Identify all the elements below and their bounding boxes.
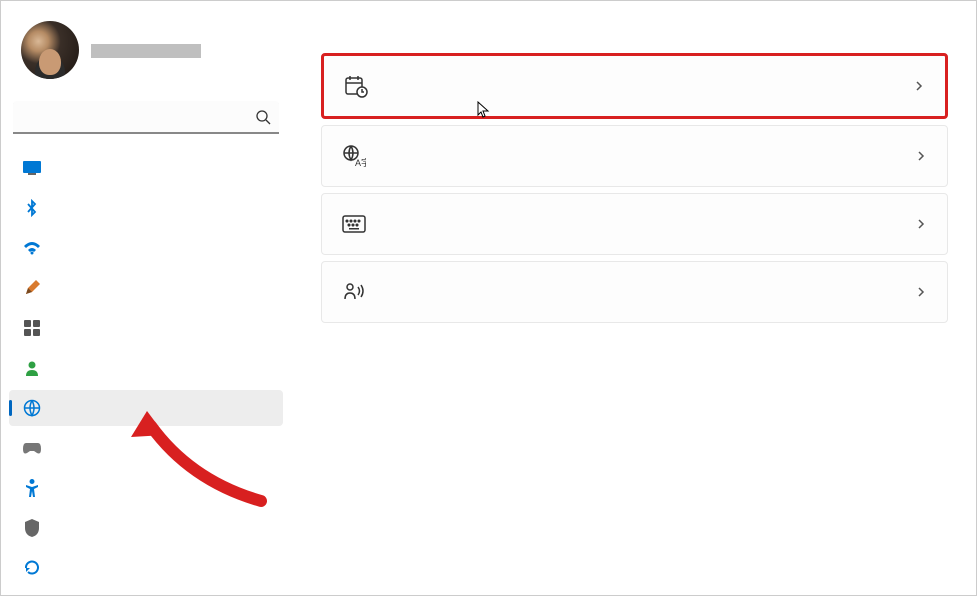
accessibility-icon: [23, 479, 41, 497]
bluetooth-icon: [23, 199, 41, 217]
search-icon: [255, 109, 271, 125]
language-region-icon: A字: [342, 144, 366, 168]
card-language-region[interactable]: A字: [321, 125, 948, 187]
main-content: A字: [291, 1, 976, 595]
chevron-right-icon: [915, 286, 927, 298]
sidebar-item-update[interactable]: [9, 550, 283, 586]
sidebar-item-personalization[interactable]: [9, 270, 283, 306]
search-box[interactable]: [13, 101, 279, 134]
date-time-icon: [344, 74, 368, 98]
time-language-icon: [23, 399, 41, 417]
gaming-icon: [23, 439, 41, 457]
card-speech[interactable]: [321, 261, 948, 323]
settings-card-list: A字: [321, 53, 948, 323]
network-icon: [23, 239, 41, 257]
card-text: [386, 156, 895, 157]
sidebar-nav: [9, 148, 283, 588]
profile-info: [91, 42, 201, 58]
sidebar-item-gaming[interactable]: [9, 430, 283, 466]
svg-text:A字: A字: [355, 157, 366, 168]
sidebar-item-apps[interactable]: [9, 310, 283, 346]
system-icon: [23, 159, 41, 177]
sidebar-item-time-language[interactable]: [9, 390, 283, 426]
accounts-icon: [23, 359, 41, 377]
profile-email-masked: [91, 44, 201, 58]
chevron-right-icon: [913, 80, 925, 92]
sidebar-item-bluetooth[interactable]: [9, 190, 283, 226]
profile[interactable]: [9, 11, 283, 89]
sidebar-item-accessibility[interactable]: [9, 470, 283, 506]
search-input[interactable]: [21, 109, 255, 125]
card-typing[interactable]: [321, 193, 948, 255]
chevron-right-icon: [915, 218, 927, 230]
speech-icon: [342, 280, 366, 304]
card-date-time[interactable]: [321, 53, 948, 119]
sidebar-item-system[interactable]: [9, 150, 283, 186]
card-text: [388, 86, 893, 87]
sidebar-item-privacy[interactable]: [9, 510, 283, 546]
privacy-icon: [23, 519, 41, 537]
sidebar: [1, 1, 291, 595]
sidebar-item-network[interactable]: [9, 230, 283, 266]
card-text: [386, 292, 895, 293]
card-text: [386, 224, 895, 225]
update-icon: [23, 559, 41, 577]
sidebar-item-accounts[interactable]: [9, 350, 283, 386]
avatar: [21, 21, 79, 79]
apps-icon: [23, 319, 41, 337]
typing-icon: [342, 212, 366, 236]
chevron-right-icon: [915, 150, 927, 162]
personalization-icon: [23, 279, 41, 297]
